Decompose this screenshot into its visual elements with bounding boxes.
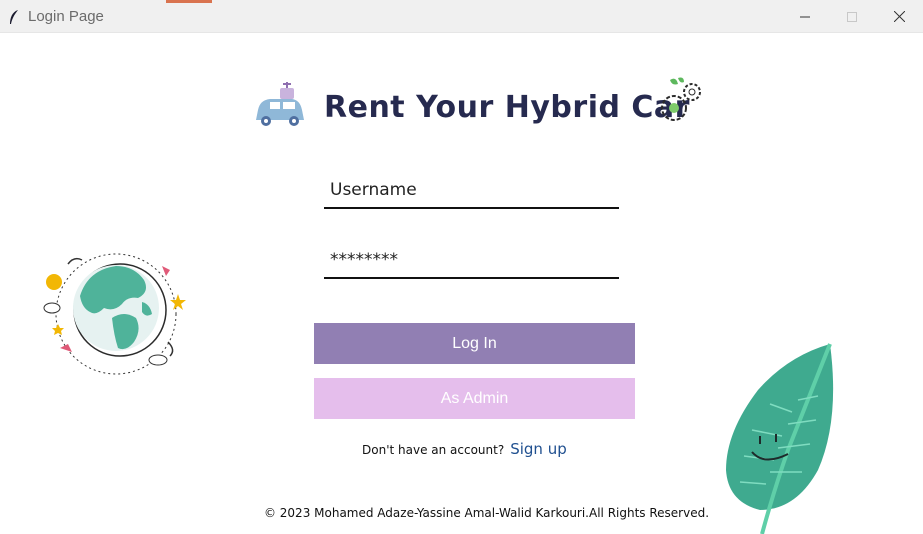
brand-header: Rent Your Hybrid Car [252, 76, 712, 136]
close-icon [893, 11, 905, 22]
admin-login-button[interactable]: As Admin [314, 378, 635, 419]
username-field[interactable] [324, 175, 625, 209]
window-titlebar: Login Page [0, 0, 923, 33]
titlebar-accent [166, 0, 212, 3]
password-field[interactable] [324, 245, 625, 279]
earth-globe-illustration [43, 253, 186, 375]
login-button[interactable]: Log In [314, 323, 635, 364]
window-title: Login Page [28, 8, 104, 25]
maximize-button[interactable] [829, 0, 875, 33]
app-title: Rent Your Hybrid Car [324, 90, 690, 125]
feather-icon [10, 10, 18, 24]
signup-prompt: Don't have an account? [362, 443, 505, 457]
electric-car-icon [256, 82, 304, 126]
maximize-icon [847, 11, 857, 22]
close-button[interactable] [876, 0, 922, 33]
eco-gears-icon [661, 77, 701, 121]
minimize-icon [800, 16, 810, 17]
username-input[interactable] [324, 175, 625, 205]
signup-row: Don't have an account? Sign up [362, 440, 567, 458]
smiling-leaf-illustration [726, 343, 834, 534]
password-input[interactable] [324, 245, 625, 275]
minimize-button[interactable] [782, 0, 828, 33]
signup-link[interactable]: Sign up [510, 440, 567, 458]
